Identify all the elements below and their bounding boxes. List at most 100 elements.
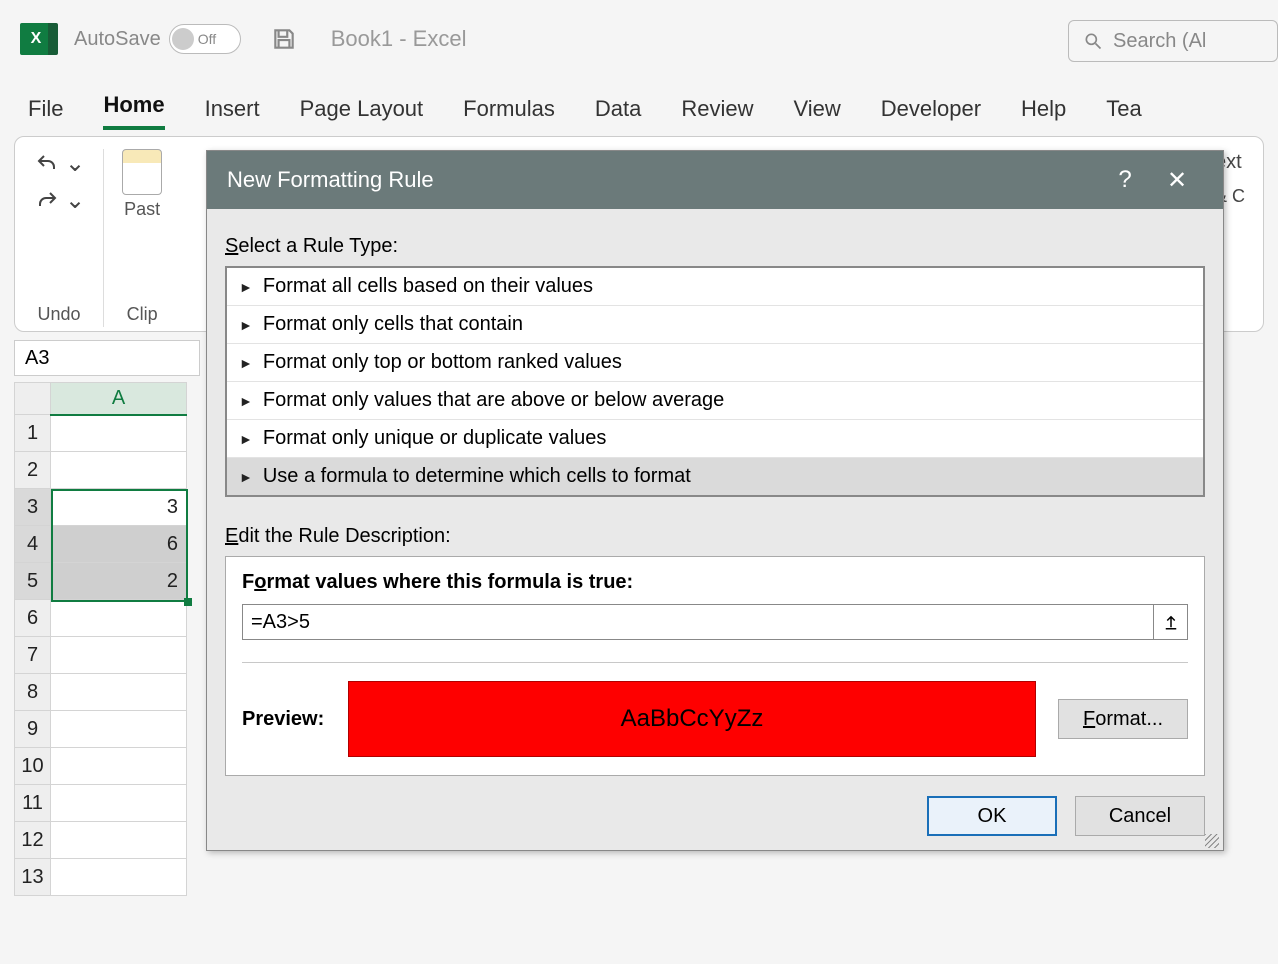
col-header-A[interactable]: A [51, 383, 187, 415]
dialog-title: New Formatting Rule [227, 167, 434, 193]
cell-A3[interactable]: 3 [51, 489, 187, 526]
row-header-3[interactable]: 3 [15, 489, 51, 526]
chevron-down-icon: ⌄ [65, 149, 85, 178]
bullet-icon: ► [239, 317, 253, 333]
rule-type-item-4[interactable]: ► Format only unique or duplicate values [227, 420, 1203, 458]
bullet-icon: ► [239, 469, 253, 485]
ribbon-group-clipboard: Past Clip [122, 149, 162, 327]
new-formatting-rule-dialog: New Formatting Rule ? ✕ Select a Rule Ty… [206, 150, 1224, 851]
row-header-2[interactable]: 2 [15, 452, 51, 489]
paste-label: Past [124, 199, 160, 220]
group-label-clipboard: Clip [127, 304, 158, 325]
formula-label: Format values where this formula is true… [242, 571, 1188, 594]
cell-A11[interactable] [51, 785, 187, 822]
cell-A10[interactable] [51, 748, 187, 785]
group-label-undo: Undo [38, 304, 81, 325]
paste-icon[interactable] [122, 149, 162, 195]
rule-type-text: Format only top or bottom ranked values [263, 351, 622, 374]
tab-help[interactable]: Help [1021, 96, 1066, 130]
autosave-state: Off [198, 31, 216, 47]
tab-data[interactable]: Data [595, 96, 641, 130]
rule-type-item-3[interactable]: ► Format only values that are above or be… [227, 382, 1203, 420]
ok-button[interactable]: OK [927, 796, 1057, 836]
rule-type-item-0[interactable]: ► Format all cells based on their values [227, 268, 1203, 306]
cell-A9[interactable] [51, 711, 187, 748]
tab-view[interactable]: View [793, 96, 840, 130]
rule-type-text: Format only cells that contain [263, 313, 523, 336]
tab-developer[interactable]: Developer [881, 96, 981, 130]
collapse-dialog-icon[interactable] [1154, 604, 1188, 640]
row-header-7[interactable]: 7 [15, 637, 51, 674]
preview-label: Preview: [242, 708, 326, 731]
rule-description-box: Format values where this formula is true… [225, 556, 1205, 776]
bullet-icon: ► [239, 431, 253, 447]
cell-A13[interactable] [51, 859, 187, 896]
bullet-icon: ► [239, 393, 253, 409]
ribbon-group-undo: ⌄ ⌄ Undo [33, 149, 85, 327]
bullet-icon: ► [239, 355, 253, 371]
save-icon[interactable] [271, 26, 297, 52]
rule-type-list[interactable]: ►Format all cells based on their values … [225, 266, 1205, 497]
search-icon [1083, 31, 1103, 51]
search-placeholder: Search (Al [1113, 30, 1206, 53]
name-box[interactable]: A3 [14, 340, 200, 376]
select-rule-type-label: Select a Rule Type: [225, 235, 1205, 258]
rule-type-text: Format all cells based on their values [263, 275, 593, 298]
bullet-icon: ► [239, 279, 253, 295]
search-box[interactable]: Search (Al [1068, 20, 1278, 62]
chevron-down-icon: ⌄ [65, 186, 85, 215]
rule-type-text: Use a formula to determine which cells t… [263, 465, 691, 488]
format-button[interactable]: Format... [1058, 699, 1188, 739]
resize-grip-icon[interactable] [1205, 834, 1219, 848]
row-header-10[interactable]: 10 [15, 748, 51, 785]
rule-type-item-5[interactable]: ► Use a formula to determine which cells … [227, 458, 1203, 495]
row-header-13[interactable]: 13 [15, 859, 51, 896]
rule-type-text: Format only unique or duplicate values [263, 427, 607, 450]
redo-button[interactable]: ⌄ [33, 186, 85, 215]
tab-formulas[interactable]: Formulas [463, 96, 555, 130]
tab-page-layout[interactable]: Page Layout [300, 96, 424, 130]
rule-type-item-1[interactable]: ► Format only cells that contain [227, 306, 1203, 344]
cell-A1[interactable] [51, 415, 187, 452]
row-header-8[interactable]: 8 [15, 674, 51, 711]
row-header-12[interactable]: 12 [15, 822, 51, 859]
tab-home[interactable]: Home [103, 92, 164, 130]
tab-insert[interactable]: Insert [205, 96, 260, 130]
excel-logo-icon: X [20, 23, 52, 55]
undo-icon [33, 152, 61, 176]
ribbon-tabs: File Home Insert Page Layout Formulas Da… [0, 78, 1278, 130]
autosave-area: AutoSave Off [74, 24, 241, 54]
toggle-knob-icon [172, 28, 194, 50]
cell-A4[interactable]: 6 [51, 526, 187, 563]
preview-swatch: AaBbCcYyZz [348, 681, 1036, 757]
document-title: Book1 - Excel [331, 26, 467, 52]
help-icon[interactable]: ? [1099, 166, 1151, 194]
row-header-4[interactable]: 4 [15, 526, 51, 563]
rule-type-item-2[interactable]: ► Format only top or bottom ranked values [227, 344, 1203, 382]
redo-icon [33, 189, 61, 213]
cell-A7[interactable] [51, 637, 187, 674]
edit-rule-description-label: Edit the Rule Description: [225, 525, 1205, 548]
row-header-5[interactable]: 5 [15, 563, 51, 600]
undo-button[interactable]: ⌄ [33, 149, 85, 178]
cell-A12[interactable] [51, 822, 187, 859]
tab-review[interactable]: Review [681, 96, 753, 130]
autosave-label: AutoSave [74, 28, 161, 51]
cell-A8[interactable] [51, 674, 187, 711]
close-icon[interactable]: ✕ [1151, 166, 1203, 195]
tab-team-cut[interactable]: Tea [1106, 96, 1141, 130]
row-header-1[interactable]: 1 [15, 415, 51, 452]
row-header-9[interactable]: 9 [15, 711, 51, 748]
rule-type-text: Format only values that are above or bel… [263, 389, 724, 412]
row-header-11[interactable]: 11 [15, 785, 51, 822]
row-header-6[interactable]: 6 [15, 600, 51, 637]
formula-input[interactable] [242, 604, 1154, 640]
cell-A2[interactable] [51, 452, 187, 489]
cell-A6[interactable] [51, 600, 187, 637]
cell-A5[interactable]: 2 [51, 563, 187, 600]
autosave-toggle[interactable]: Off [169, 24, 241, 54]
dialog-title-bar[interactable]: New Formatting Rule ? ✕ [207, 151, 1223, 209]
cancel-button[interactable]: Cancel [1075, 796, 1205, 836]
tab-file[interactable]: File [28, 96, 63, 130]
select-all-corner[interactable] [15, 383, 51, 415]
